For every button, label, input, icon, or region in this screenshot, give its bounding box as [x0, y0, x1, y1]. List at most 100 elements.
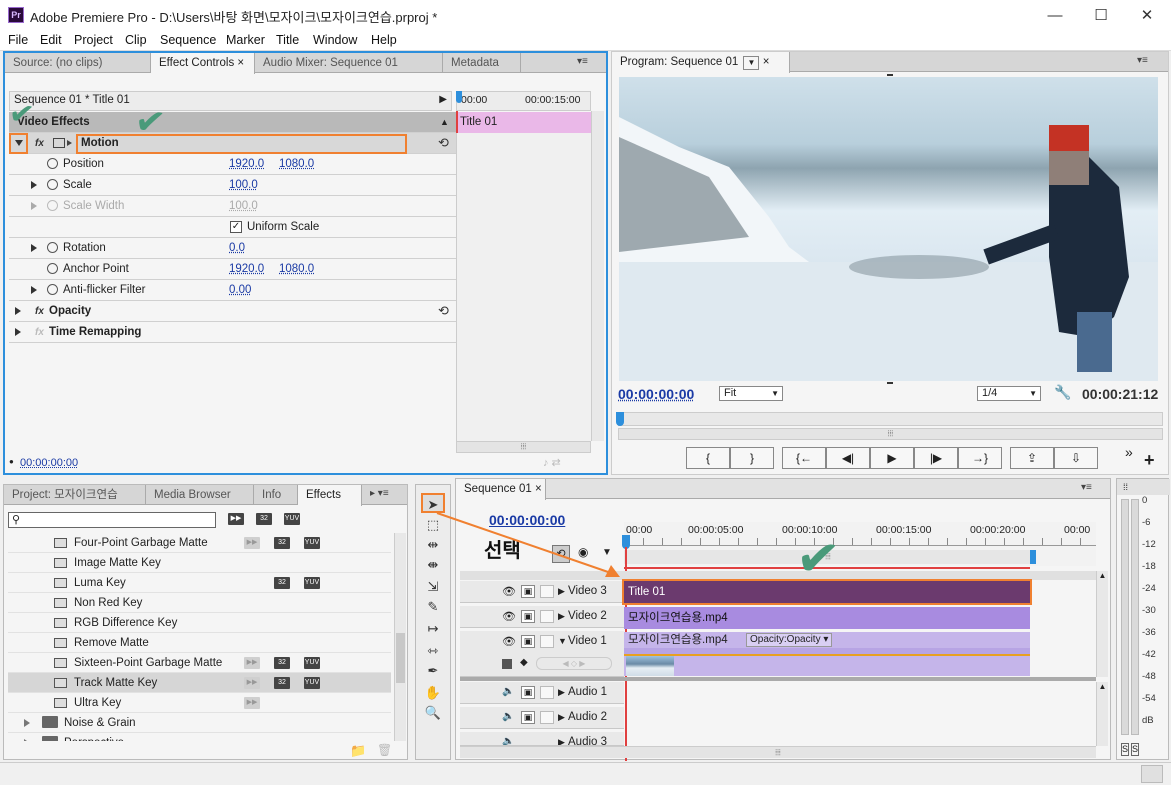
- expand-track-icon[interactable]: ▼: [558, 636, 567, 646]
- effects-scrollbar[interactable]: [394, 533, 406, 741]
- meter-tab[interactable]: ⁞⁞: [1117, 479, 1170, 495]
- speaker-icon[interactable]: 🔈: [502, 686, 514, 697]
- resolution-dropdown[interactable]: 1/4 ▼: [977, 386, 1041, 401]
- track-lock-icon[interactable]: [540, 585, 554, 598]
- minimize-button[interactable]: —: [1032, 0, 1078, 31]
- effect-list-item[interactable]: Four-Point Garbage Matte ▶▶ 32 YUV: [8, 533, 391, 553]
- mark-out-button[interactable]: }: [730, 447, 774, 469]
- menu-edit[interactable]: Edit: [40, 33, 62, 47]
- reset-icon[interactable]: ⟲: [438, 301, 449, 321]
- lift-button[interactable]: ⇪: [1010, 447, 1054, 469]
- stopwatch-icon[interactable]: [47, 158, 58, 169]
- ec-vertical-scrollbar[interactable]: [591, 111, 604, 441]
- close-window-button[interactable]: ✕: [1124, 0, 1170, 31]
- tab-effect-controls[interactable]: Effect Controls ×: [151, 53, 255, 74]
- speaker-icon[interactable]: 🔈: [502, 711, 514, 722]
- expand-folder-icon[interactable]: [24, 739, 30, 741]
- more-buttons-icon[interactable]: »: [1125, 444, 1133, 460]
- tab-program[interactable]: Program: Sequence 01 ▼ ×: [612, 52, 790, 73]
- razor-tool-icon[interactable]: ✎: [421, 597, 445, 617]
- program-time-ruler[interactable]: [618, 412, 1163, 426]
- sync-lock-icon[interactable]: ▣: [521, 711, 535, 724]
- position-x-value[interactable]: 1920.0: [229, 154, 264, 174]
- timeline-horizontal-scrollbar[interactable]: ⦙⦙⦙: [460, 746, 1096, 758]
- opacity-dropdown[interactable]: Opacity:Opacity ▾: [746, 633, 833, 647]
- tab-metadata[interactable]: Metadata: [443, 53, 521, 73]
- extract-button[interactable]: ⇩: [1054, 447, 1098, 469]
- video-tracks-scrollbar[interactable]: ▲: [1096, 571, 1108, 677]
- stopwatch-icon[interactable]: [47, 284, 58, 295]
- menu-project[interactable]: Project: [74, 33, 113, 47]
- scrollbar-thumb[interactable]: [396, 633, 405, 683]
- display-style-icon[interactable]: [502, 659, 512, 669]
- tab-sequence[interactable]: Sequence 01 ×: [456, 479, 546, 500]
- expand-folder-icon[interactable]: [24, 719, 30, 727]
- tab-audio-mixer[interactable]: Audio Mixer: Sequence 01: [255, 53, 443, 73]
- yuv-effects-icon[interactable]: YUV: [284, 513, 300, 525]
- speaker-icon[interactable]: 🔈: [502, 736, 514, 745]
- anchor-y-value[interactable]: 1080.0: [279, 259, 314, 279]
- sync-lock-icon[interactable]: ▣: [521, 635, 535, 648]
- button-editor-icon[interactable]: +: [1144, 450, 1155, 471]
- tab-project[interactable]: Project: 모자이크연습: [4, 485, 146, 505]
- keyframe-navigator[interactable]: ◀ ◇ ▶: [536, 657, 612, 670]
- expand-rotation-icon[interactable]: [31, 244, 37, 252]
- menu-sequence[interactable]: Sequence: [160, 33, 216, 47]
- work-area-end-handle[interactable]: [1030, 550, 1036, 564]
- step-back-button[interactable]: ◀|: [826, 447, 870, 469]
- effect-list-item[interactable]: Luma Key 32 YUV: [8, 573, 391, 593]
- expand-track-icon[interactable]: ▶: [558, 712, 565, 723]
- stopwatch-icon[interactable]: [47, 179, 58, 190]
- effect-list-item[interactable]: Track Matte Key ▶▶ 32 YUV: [8, 673, 391, 693]
- ec-time-ruler[interactable]: 00:00 00:00:15:00: [456, 91, 591, 111]
- program-dropdown-icon[interactable]: ▼: [743, 56, 760, 70]
- step-forward-button[interactable]: |▶: [914, 447, 958, 469]
- menu-marker[interactable]: Marker: [226, 33, 265, 47]
- panel-menu-icon[interactable]: ▾≡: [577, 56, 588, 67]
- wrench-icon[interactable]: 🔧: [1054, 384, 1071, 401]
- play-only-icon[interactable]: ▶: [439, 94, 447, 105]
- stopwatch-icon[interactable]: [47, 242, 58, 253]
- keyframe-icon[interactable]: ◆: [520, 657, 528, 668]
- transform-box-icon[interactable]: [53, 138, 65, 148]
- tab-close-icon[interactable]: ×: [535, 483, 542, 495]
- sync-lock-icon[interactable]: ▣: [521, 686, 535, 699]
- go-to-out-button[interactable]: →}: [958, 447, 1002, 469]
- panel-menu-icon[interactable]: ▾≡: [1081, 482, 1092, 493]
- anti-flicker-value[interactable]: 0.00: [229, 280, 251, 300]
- track-lock-icon[interactable]: [540, 711, 554, 724]
- pen-tool-icon[interactable]: ✒: [421, 661, 445, 681]
- expand-time-remap-icon[interactable]: [15, 328, 21, 336]
- effects-search-input[interactable]: ⚲: [8, 512, 216, 528]
- solo-right-button[interactable]: S: [1131, 743, 1139, 756]
- track-lock-icon[interactable]: [540, 686, 554, 699]
- 32bit-effects-icon[interactable]: 32: [256, 513, 272, 525]
- video-frame[interactable]: [619, 77, 1158, 381]
- tab-media-browser[interactable]: Media Browser: [146, 485, 254, 505]
- sync-lock-icon[interactable]: ▣: [521, 610, 535, 623]
- tab-close-icon[interactable]: ×: [763, 56, 770, 68]
- program-playhead[interactable]: [616, 412, 624, 426]
- eye-icon[interactable]: 👁: [502, 610, 516, 623]
- menu-file[interactable]: File: [8, 33, 28, 47]
- mark-in-button[interactable]: {: [686, 447, 730, 469]
- solo-left-button[interactable]: S: [1121, 743, 1129, 756]
- rotation-value[interactable]: 0.0: [229, 238, 245, 258]
- tab-source[interactable]: Source: (no clips): [5, 53, 151, 73]
- accelerated-effects-icon[interactable]: ▶▶: [228, 513, 244, 525]
- expand-track-icon[interactable]: ▶: [558, 611, 565, 622]
- effect-list-item[interactable]: Sixteen-Point Garbage Matte ▶▶ 32 YUV: [8, 653, 391, 673]
- effect-list-item[interactable]: RGB Difference Key: [8, 613, 391, 633]
- stopwatch-icon[interactable]: [47, 263, 58, 274]
- sync-lock-icon[interactable]: ▣: [521, 585, 535, 598]
- track-header-audio2[interactable]: 🔈 ▣ ▶ Audio 2: [460, 707, 624, 729]
- effect-folder[interactable]: Noise & Grain: [8, 713, 391, 733]
- track-divider[interactable]: [460, 677, 1096, 681]
- motion-row[interactable]: fx Motion ⟲: [9, 133, 456, 154]
- ec-playhead-marker[interactable]: [456, 91, 462, 103]
- collapse-up-icon[interactable]: ▲: [440, 112, 449, 132]
- go-to-in-button[interactable]: {←: [782, 447, 826, 469]
- program-zoom-scrollbar[interactable]: ⦙⦙⦙: [618, 428, 1163, 440]
- menu-window[interactable]: Window: [313, 33, 357, 47]
- mp4-clip-video1[interactable]: 모자이크연습용.mp4 Opacity:Opacity ▾: [624, 632, 1030, 676]
